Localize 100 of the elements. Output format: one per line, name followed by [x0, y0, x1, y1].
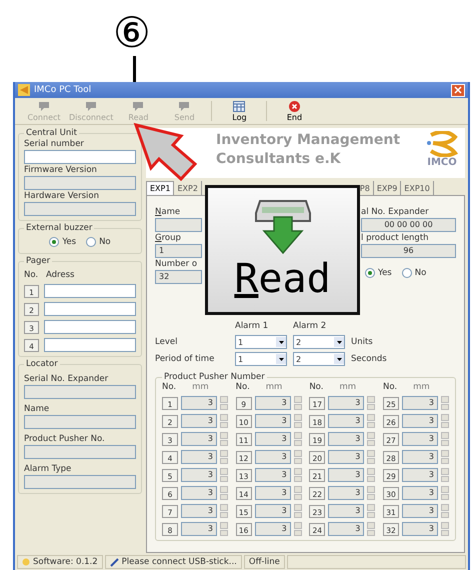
input-field[interactable] [24, 475, 136, 489]
input-field[interactable] [24, 385, 136, 399]
close-button[interactable] [451, 84, 465, 96]
dropdown[interactable]: 2 [293, 335, 345, 349]
input-field[interactable] [24, 150, 136, 164]
input-field[interactable]: 3 [402, 432, 438, 446]
spin-buttons[interactable] [294, 450, 302, 464]
toolbar-button[interactable]: Log [216, 98, 262, 124]
input-field[interactable]: 3 [254, 414, 291, 428]
input-field[interactable]: 32 [155, 270, 202, 284]
caret-icon [336, 358, 342, 360]
field-label: Firmware Version [24, 164, 98, 176]
spin-buttons[interactable] [367, 504, 376, 518]
spin-buttons[interactable] [367, 522, 376, 536]
spin-buttons[interactable] [440, 468, 449, 482]
spin-buttons[interactable] [367, 414, 376, 428]
caret-icon [278, 358, 284, 360]
radio-button[interactable]: No [402, 268, 426, 278]
input-field[interactable]: 3 [328, 414, 364, 428]
input-field[interactable]: 96 [361, 244, 456, 258]
address-field[interactable] [44, 320, 136, 334]
input-field[interactable]: 3 [181, 450, 217, 464]
spin-buttons[interactable] [440, 414, 449, 428]
input-field[interactable]: 3 [254, 504, 291, 518]
input-field[interactable]: 3 [181, 468, 217, 482]
dropdown[interactable]: 2 [293, 352, 345, 366]
input-field[interactable]: 1 [155, 244, 202, 258]
spin-buttons[interactable] [294, 432, 302, 446]
input-field[interactable]: 3 [181, 396, 217, 410]
input-field[interactable]: 3 [254, 396, 291, 410]
input-field[interactable] [24, 202, 136, 216]
input-field[interactable]: 3 [402, 486, 438, 500]
radio-button[interactable]: Yes [365, 268, 392, 278]
spin-buttons[interactable] [367, 396, 376, 410]
spin-buttons[interactable] [294, 522, 302, 536]
spin-buttons[interactable] [440, 486, 449, 500]
input-field[interactable]: 3 [181, 522, 217, 536]
input-field[interactable] [24, 176, 136, 190]
input-field[interactable]: 3 [328, 504, 364, 518]
input-field[interactable]: 3 [402, 468, 438, 482]
input-field[interactable]: 3 [181, 486, 217, 500]
input-field[interactable]: 3 [254, 486, 291, 500]
input-field[interactable]: 3 [328, 432, 364, 446]
column-header: No. [24, 270, 40, 280]
spin-buttons[interactable] [294, 396, 302, 410]
spin-buttons[interactable] [220, 396, 228, 410]
column-header: mm [264, 382, 282, 392]
tab[interactable]: EXP1 [146, 181, 174, 195]
unit-label: Units [351, 336, 374, 348]
spin-buttons[interactable] [220, 468, 228, 482]
input-field[interactable] [24, 415, 136, 429]
input-field[interactable]: 3 [402, 450, 438, 464]
input-field[interactable]: 3 [328, 522, 364, 536]
spin-buttons[interactable] [220, 450, 228, 464]
group-title: External buzzer [25, 223, 94, 233]
address-field[interactable] [44, 302, 136, 316]
spin-buttons[interactable] [294, 486, 302, 500]
input-field[interactable]: 3 [328, 396, 364, 410]
spin-buttons[interactable] [367, 450, 376, 464]
spin-buttons[interactable] [440, 450, 449, 464]
input-field[interactable]: 3 [402, 504, 438, 518]
spin-buttons[interactable] [220, 486, 228, 500]
spin-buttons[interactable] [220, 414, 228, 428]
dropdown[interactable]: 1 [235, 352, 287, 366]
address-field[interactable] [44, 284, 136, 298]
spin-buttons[interactable] [367, 432, 376, 446]
input-field[interactable]: 3 [402, 414, 438, 428]
toolbar-button[interactable]: End [271, 98, 318, 124]
input-field[interactable] [155, 218, 202, 232]
spin-buttons[interactable] [220, 432, 228, 446]
spin-buttons[interactable] [367, 486, 376, 500]
spin-buttons[interactable] [294, 504, 302, 518]
input-field[interactable]: 3 [328, 468, 364, 482]
spin-buttons[interactable] [440, 504, 449, 518]
caret-icon [336, 340, 342, 344]
input-field[interactable]: 3 [254, 522, 291, 536]
spin-buttons[interactable] [220, 504, 228, 518]
input-field[interactable]: 3 [181, 432, 217, 446]
radio-button[interactable]: No [86, 237, 111, 247]
spin-buttons[interactable] [294, 468, 302, 482]
spin-buttons[interactable] [440, 432, 449, 446]
input-field[interactable]: 3 [181, 414, 217, 428]
input-field[interactable]: 3 [402, 396, 438, 410]
input-field[interactable]: 3 [254, 468, 291, 482]
spin-buttons[interactable] [294, 414, 302, 428]
input-field[interactable] [24, 445, 136, 459]
input-field[interactable]: 00 00 00 00 [361, 218, 456, 232]
address-field[interactable] [44, 338, 136, 352]
input-field[interactable]: 3 [181, 504, 217, 518]
input-field[interactable]: 3 [328, 486, 364, 500]
input-field[interactable]: 3 [254, 432, 291, 446]
dropdown[interactable]: 1 [235, 335, 287, 349]
spin-buttons[interactable] [440, 522, 449, 536]
radio-button[interactable]: Yes [49, 237, 76, 247]
input-field[interactable]: 3 [254, 450, 291, 464]
spin-buttons[interactable] [367, 468, 376, 482]
spin-buttons[interactable] [220, 522, 228, 536]
spin-buttons[interactable] [440, 396, 449, 410]
input-field[interactable]: 3 [402, 522, 438, 536]
input-field[interactable]: 3 [328, 450, 364, 464]
